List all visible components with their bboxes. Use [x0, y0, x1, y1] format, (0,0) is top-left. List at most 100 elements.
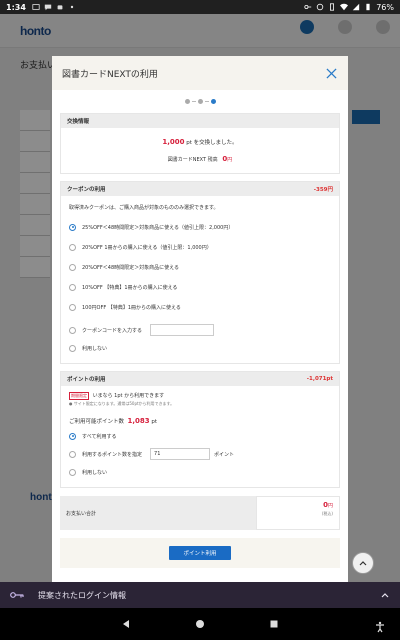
coupon-option-radio[interactable] — [69, 263, 76, 271]
coupon-section: クーポンの利用 -359円 取得済みクーポンは、ご購入商品が対象のもののみ選択で… — [60, 181, 340, 364]
chevron-up-icon — [359, 561, 367, 566]
coupon-option-radio[interactable] — [69, 243, 76, 251]
available-points-value: 1,083 — [127, 417, 150, 425]
key-icon — [10, 590, 24, 600]
status-time: 1:34 — [6, 2, 26, 12]
limited-badge: 期間限定 — [69, 392, 89, 400]
key-status-icon — [304, 3, 312, 11]
card-balance: 図書カードNEXT 残高 0円 — [69, 155, 331, 163]
exchange-section: 交換情報 1,000 pt を交換しました。 図書カードNEXT 残高 0円 — [60, 113, 340, 174]
coupon-code-radio[interactable] — [69, 326, 76, 334]
coupon-option-radio[interactable] — [69, 223, 76, 231]
home-icon — [196, 620, 204, 628]
total-label: お支払い合計 — [60, 496, 256, 530]
points-specify-unit: ポイント — [214, 451, 235, 458]
coupon-options: 25%OFF＜48時間限定＞対象商品に使える（値引上限：2,000円） 20%OF… — [69, 217, 331, 317]
coupon-header-label: クーポンの利用 — [67, 187, 106, 193]
modal-title: 図書カードNEXTの利用 — [62, 69, 158, 80]
points-specify-label: 利用するポイント数を指定 — [82, 451, 143, 458]
accessibility-icon — [376, 621, 384, 633]
points-all-option[interactable]: すべて利用する — [69, 427, 331, 445]
points-promo: 期間限定 いまなら 1pt から利用できます — [69, 392, 331, 400]
recents-icon — [270, 620, 278, 628]
coupon-option-radio[interactable] — [69, 303, 76, 311]
coupon-none-label: 利用しない — [82, 345, 108, 352]
card-balance-label: 図書カードNEXT 残高 — [167, 157, 218, 163]
book-card-modal: 図書カードNEXTの利用 交換情報 1,000 pt を交換しました。 図書カー… — [52, 56, 348, 582]
coupon-option[interactable]: 25%OFF＜48時間限定＞対象商品に使える（値引上限：2,000円） — [69, 217, 331, 237]
coupon-option[interactable]: 20%OFF 1冊からの購入に使える（値引上限：1,000円） — [69, 237, 331, 257]
coupon-option-label: 20%OFF＜48時間限定＞対象商品に使える — [82, 264, 180, 271]
points-note: ● サイト限定になります。通常は50ptから利用できます。 — [69, 401, 175, 406]
back-icon — [123, 620, 129, 628]
exchange-header: 交換情報 — [61, 114, 339, 128]
battery-icon — [364, 3, 372, 11]
available-points-unit: pt — [151, 419, 158, 425]
recents-button[interactable] — [268, 618, 280, 630]
navigation-bar — [0, 608, 400, 640]
coupon-discount: -359円 — [313, 187, 333, 193]
close-icon — [325, 67, 337, 79]
suggested-login-text: 提案されたログイン情報 — [38, 590, 126, 600]
points-none-option[interactable]: 利用しない — [69, 463, 331, 481]
vibrate-icon — [328, 3, 336, 11]
points-specify-option[interactable]: 利用するポイント数を指定 71 ポイント — [69, 445, 331, 463]
step-dot-1 — [184, 98, 190, 104]
message-icon — [44, 3, 52, 11]
coupon-code-option[interactable]: クーポンコードを入力する — [69, 321, 331, 339]
coupon-option[interactable]: 100円OFF 【特典】1冊からの購入に使える — [69, 297, 331, 317]
exchange-message: 1,000 pt を交換しました。 — [69, 138, 331, 146]
points-promo-text: いまなら 1pt から利用できます — [92, 393, 165, 399]
points-section: ポイントの利用 -1,071pt 期間限定 いまなら 1pt から利用できます … — [60, 371, 340, 488]
accessibility-button[interactable] — [374, 618, 386, 633]
coupon-option[interactable]: 10%OFF 【特典】1冊からの購入に使える — [69, 277, 331, 297]
points-none-radio[interactable] — [69, 468, 76, 476]
coupon-option-radio[interactable] — [69, 283, 76, 291]
chevron-up-icon[interactable] — [380, 590, 390, 600]
alarm-icon — [316, 3, 324, 11]
coupon-option[interactable]: 20%OFF＜48時間限定＞対象商品に使える — [69, 257, 331, 277]
step-dot-3 — [210, 98, 216, 104]
coupon-none-option[interactable]: 利用しない — [69, 339, 331, 357]
android-icon — [56, 3, 64, 11]
signal-icon — [352, 3, 360, 11]
exchange-amount: 1,000 — [162, 138, 185, 146]
points-none-label: 利用しない — [82, 469, 108, 476]
coupon-option-label: 20%OFF 1冊からの購入に使える（値引上限：1,000円） — [82, 244, 212, 251]
status-bar: 1:34 76% — [0, 0, 400, 14]
coupon-none-radio[interactable] — [69, 344, 76, 352]
card-balance-unit: 円 — [227, 157, 233, 163]
coupon-option-label: 10%OFF 【特典】1冊からの購入に使える — [82, 284, 178, 291]
payment-total: お支払い合計 0円 (税込) — [60, 496, 340, 530]
total-unit: 円 — [327, 503, 333, 509]
coupon-option-label: 25%OFF＜48時間限定＞対象商品に使える（値引上限：2,000円） — [82, 224, 234, 231]
wifi-icon — [340, 3, 349, 11]
notification-icon — [32, 3, 40, 11]
points-header: ポイントの利用 -1,071pt — [61, 372, 339, 386]
step-indicator — [52, 96, 348, 106]
total-value-box: 0円 (税込) — [256, 496, 340, 530]
available-points: ご利用可能ポイント数 1,083 pt — [69, 417, 331, 425]
available-points-label: ご利用可能ポイント数 — [69, 419, 125, 425]
dot-icon — [68, 3, 76, 11]
close-button[interactable] — [324, 66, 338, 80]
coupon-option-label: 100円OFF 【特典】1冊からの購入に使える — [82, 304, 181, 311]
scroll-to-top-button[interactable] — [352, 552, 374, 574]
coupon-description: 取得済みクーポンは、ご購入商品が対象のもののみ選択できます。 — [69, 205, 219, 211]
suggested-login-banner[interactable]: 提案されたログイン情報 — [0, 582, 400, 608]
back-button[interactable] — [120, 618, 132, 630]
step-dot-2 — [197, 98, 203, 104]
points-amount-input[interactable]: 71 — [150, 448, 211, 460]
use-points-button[interactable]: ポイント利用 — [169, 546, 231, 560]
points-all-radio[interactable] — [69, 432, 76, 440]
modal-header: 図書カードNEXTの利用 — [52, 56, 348, 90]
action-area: ポイント利用 — [60, 538, 340, 568]
exchange-suffix: pt を交換しました。 — [186, 140, 238, 146]
points-specify-radio[interactable] — [69, 450, 76, 458]
home-button[interactable] — [194, 618, 206, 630]
coupon-code-input[interactable] — [150, 324, 215, 336]
points-header-label: ポイントの利用 — [67, 377, 106, 383]
coupon-code-label: クーポンコードを入力する — [82, 327, 143, 334]
points-all-label: すべて利用する — [82, 433, 117, 440]
total-tax-note: (税込) — [321, 511, 333, 516]
